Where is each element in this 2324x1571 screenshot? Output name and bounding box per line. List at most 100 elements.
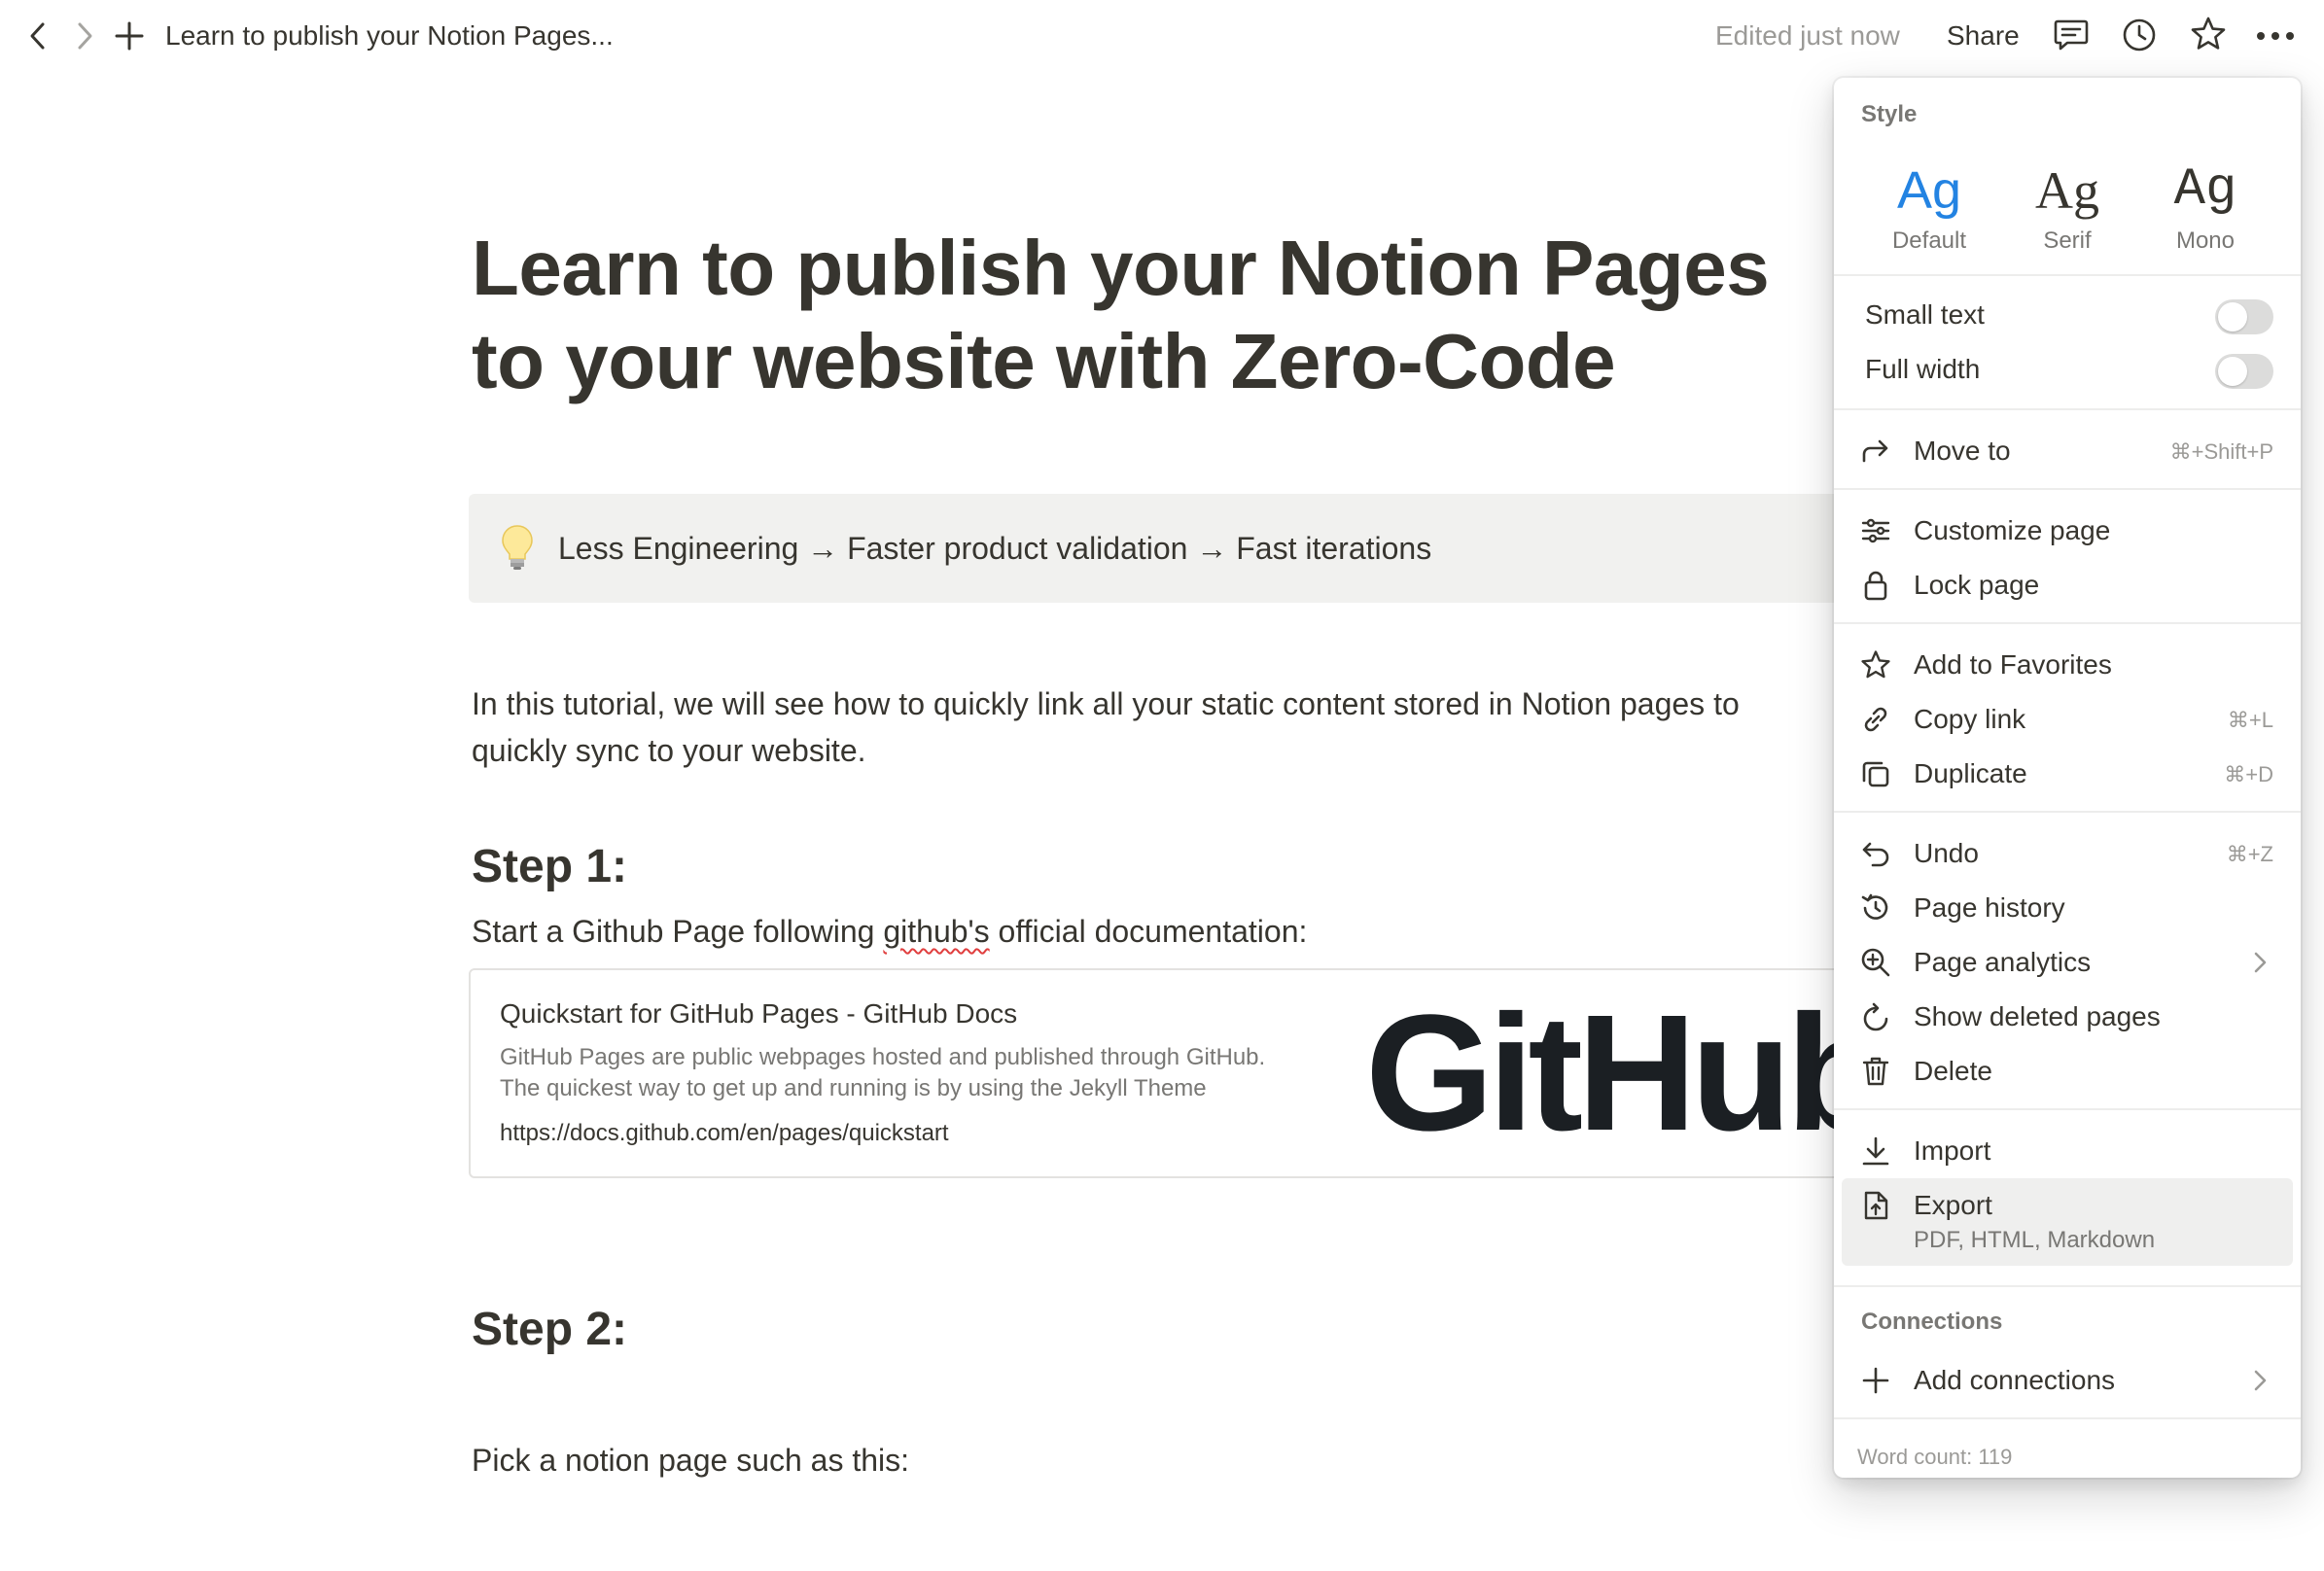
intro-paragraph-line-1[interactable]: In this tutorial, we will see how to qui…	[472, 681, 1740, 727]
export-file-icon	[1859, 1189, 1892, 1222]
menu-item-import[interactable]: Import	[1842, 1124, 2293, 1178]
menu-item-copy-link[interactable]: Copy link ⌘+L	[1842, 692, 2293, 747]
menu-item-page-history[interactable]: Page history	[1842, 881, 2293, 935]
breadcrumb-page-title[interactable]: Learn to publish your Notion Pages...	[165, 17, 614, 54]
delete-label: Delete	[1914, 1056, 1992, 1086]
menu-item-lock-page[interactable]: Lock page	[1842, 558, 2293, 612]
customize-page-label: Customize page	[1914, 515, 2111, 545]
menu-item-customize-page[interactable]: Customize page	[1842, 504, 2293, 558]
full-width-row[interactable]: Full width	[1865, 346, 2273, 393]
menu-divider	[1834, 408, 2301, 410]
duplicate-shortcut: ⌘+D	[2224, 762, 2273, 786]
show-deleted-pages-label: Show deleted pages	[1914, 1001, 2161, 1031]
step1-heading[interactable]: Step 1:	[472, 838, 627, 896]
style-default-label: Default	[1891, 227, 1967, 254]
menu-divider	[1834, 1108, 2301, 1110]
copy-link-shortcut: ⌘+L	[2227, 708, 2273, 732]
step1-spellcheck-word: github's	[883, 914, 990, 949]
comments-icon[interactable]	[2052, 16, 2091, 54]
page-history-label: Page history	[1914, 892, 2065, 923]
page-options-menu: Style Ag Default Ag Serif Ag Mono Small …	[1834, 78, 2301, 1478]
lock-icon	[1859, 569, 1892, 602]
undo-arrow-icon	[1859, 837, 1892, 870]
menu-item-add-connections[interactable]: Add connections	[1842, 1353, 2293, 1408]
add-connections-label: Add connections	[1914, 1365, 2116, 1395]
trash-icon	[1859, 1055, 1892, 1088]
style-serif-label: Serif	[2043, 227, 2092, 254]
word-count: Word count: 119	[1857, 1445, 2013, 1469]
menu-item-undo[interactable]: Undo ⌘+Z	[1842, 826, 2293, 881]
clock-history-icon[interactable]	[2120, 16, 2159, 54]
step1-text-after: official documentation:	[989, 914, 1308, 949]
style-option-mono[interactable]: Ag Mono	[2137, 156, 2273, 262]
import-download-icon	[1859, 1135, 1892, 1168]
plus-icon	[1859, 1364, 1892, 1397]
menu-item-add-to-favorites[interactable]: Add to Favorites	[1842, 638, 2293, 692]
plus-icon[interactable]	[111, 17, 148, 54]
back-arrow-icon[interactable]	[19, 17, 56, 54]
page-title[interactable]: Learn to publish your Notion Pages to yo…	[472, 222, 1862, 408]
toggle-knob	[2218, 302, 2247, 332]
style-option-default[interactable]: Ag Default	[1861, 156, 1997, 262]
menu-item-move-to[interactable]: Move to ⌘+Shift+P	[1842, 424, 2293, 478]
restore-icon	[1859, 1000, 1892, 1033]
style-mono-label: Mono	[2175, 227, 2236, 254]
export-label: Export	[1914, 1190, 1992, 1220]
light-bulb-icon	[500, 523, 535, 572]
more-options-icon[interactable]	[2254, 17, 2297, 54]
share-button[interactable]: Share	[1947, 17, 2020, 54]
menu-divider	[1834, 622, 2301, 624]
menu-item-duplicate[interactable]: Duplicate ⌘+D	[1842, 747, 2293, 801]
bookmark-description-line-1: GitHub Pages are public webpages hosted …	[500, 1044, 1266, 1070]
analytics-magnifier-icon	[1859, 946, 1892, 979]
move-to-shortcut: ⌘+Shift+P	[2169, 439, 2273, 464]
menu-divider	[1834, 488, 2301, 490]
small-text-label: Small text	[1865, 299, 1985, 330]
menu-divider	[1834, 1285, 2301, 1287]
step2-paragraph[interactable]: Pick a notion page such as this:	[472, 1437, 909, 1484]
undo-label: Undo	[1914, 838, 1979, 868]
callout-block[interactable]: Less Engineering → Faster product valida…	[469, 494, 1859, 603]
style-option-serif[interactable]: Ag Serif	[1999, 156, 2135, 262]
link-icon	[1859, 703, 1892, 736]
style-default-glyph: Ag	[1896, 161, 1962, 220]
lock-page-label: Lock page	[1914, 570, 2040, 600]
star-icon	[1859, 648, 1892, 681]
add-to-favorites-label: Add to Favorites	[1914, 649, 2112, 680]
menu-divider	[1834, 1417, 2301, 1419]
menu-item-page-analytics[interactable]: Page analytics	[1842, 935, 2293, 990]
small-text-toggle[interactable]	[2215, 299, 2273, 334]
github-logo-text: GitHub	[1365, 981, 1859, 1166]
full-width-label: Full width	[1865, 354, 1981, 384]
bookmark-card[interactable]: Quickstart for GitHub Pages - GitHub Doc…	[469, 968, 1859, 1178]
step1-text-before: Start a Github Page following	[472, 914, 884, 949]
bookmark-description: GitHub Pages are public webpages hosted …	[500, 1042, 1336, 1104]
duplicate-label: Duplicate	[1914, 758, 2027, 788]
page-analytics-label: Page analytics	[1914, 947, 2092, 977]
step1-paragraph[interactable]: Start a Github Page following github's o…	[472, 908, 1307, 955]
star-favorite-icon[interactable]	[2188, 14, 2229, 54]
sliders-icon	[1859, 514, 1892, 547]
style-serif-glyph: Ag	[2035, 161, 2099, 220]
chevron-right-icon	[2246, 949, 2273, 976]
history-clock-icon	[1859, 891, 1892, 925]
forward-arrow-icon[interactable]	[66, 17, 103, 54]
bookmark-url: https://docs.github.com/en/pages/quickst…	[500, 1120, 949, 1146]
bookmark-description-line-2: The quickest way to get up and running i…	[500, 1075, 1207, 1101]
copy-link-label: Copy link	[1914, 704, 2026, 734]
menu-item-export[interactable]: Export PDF, HTML, Markdown	[1842, 1178, 2293, 1266]
undo-shortcut: ⌘+Z	[2226, 842, 2273, 866]
chevron-right-icon	[2246, 1367, 2273, 1394]
export-formats-subtext: PDF, HTML, Markdown	[1914, 1227, 2156, 1253]
menu-item-show-deleted-pages[interactable]: Show deleted pages	[1842, 990, 2293, 1044]
menu-item-delete[interactable]: Delete	[1842, 1044, 2293, 1099]
edited-status: Edited just now	[1715, 20, 1900, 51]
connections-section-label: Connections	[1861, 1309, 2003, 1335]
intro-paragraph-line-2[interactable]: quickly sync to your website.	[472, 727, 866, 774]
top-bar: Learn to publish your Notion Pages... Ed…	[0, 0, 2324, 72]
small-text-row[interactable]: Small text	[1865, 292, 2273, 338]
step2-heading[interactable]: Step 2:	[472, 1301, 627, 1359]
callout-text[interactable]: Less Engineering → Faster product valida…	[558, 527, 1431, 570]
style-mono-glyph: Ag	[2173, 160, 2237, 220]
full-width-toggle[interactable]	[2215, 354, 2273, 389]
